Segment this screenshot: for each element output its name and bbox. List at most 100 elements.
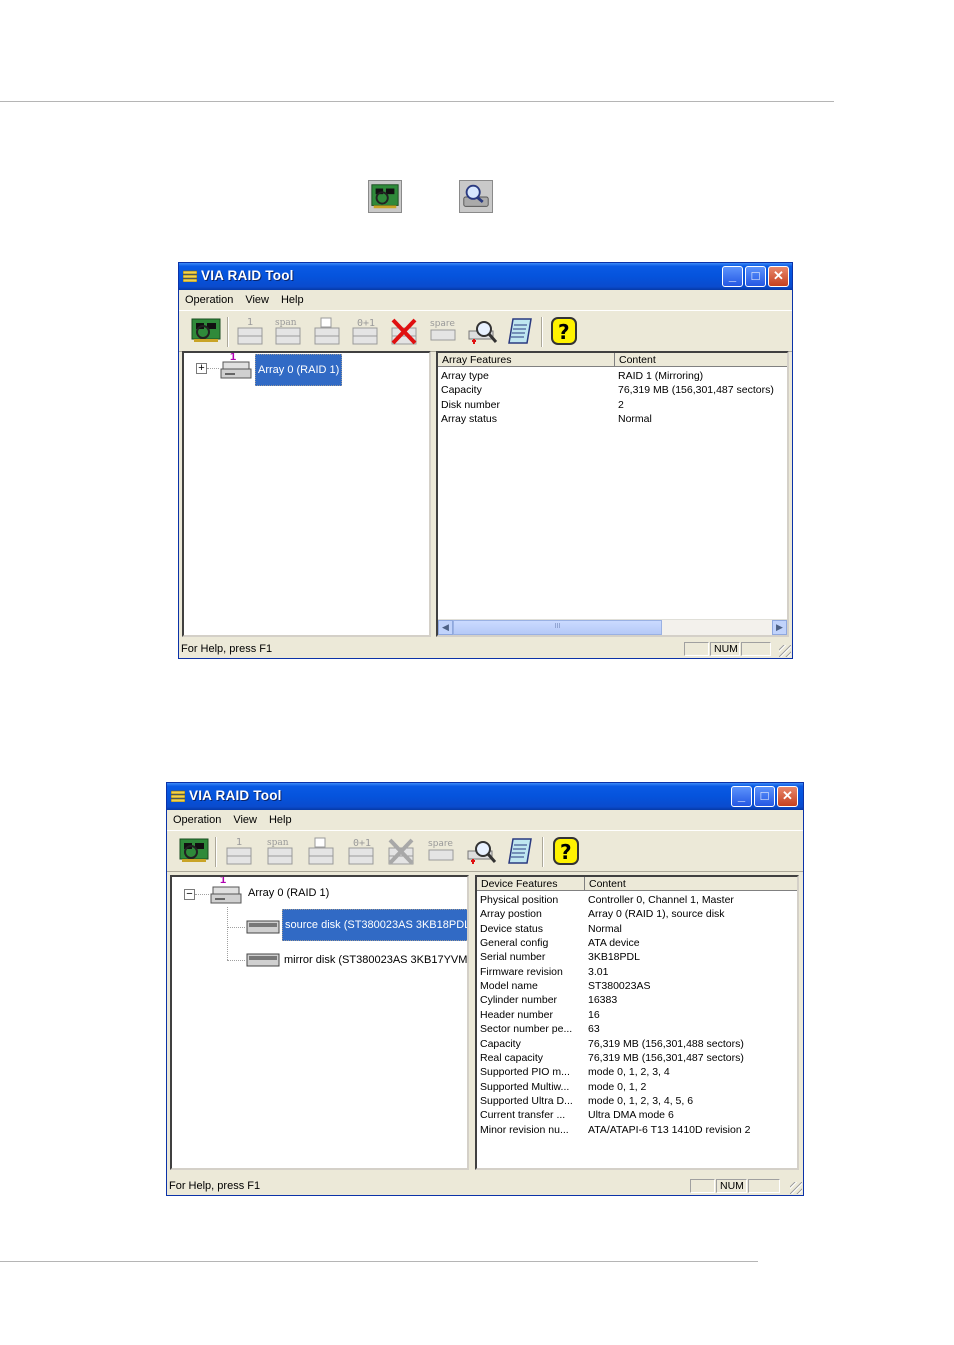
table-row[interactable]: Serial number 3KB18PDL [477, 950, 797, 964]
table-row[interactable]: Minor revision nu... ATA/ATAPI-6 T13 1410… [477, 1123, 797, 1137]
scan-controller-icon[interactable] [178, 835, 210, 867]
table-row[interactable]: Capacity 76,319 MB (156,301,487 sectors) [438, 383, 787, 397]
horizontal-scrollbar[interactable]: ◀ III ▶ [438, 619, 787, 635]
feature-cell: Capacity [480, 1037, 521, 1050]
table-row[interactable]: Array status Normal [438, 412, 787, 426]
feature-cell: Header number [480, 1008, 553, 1021]
array-features-list[interactable]: Array Features Content Array type RAID 1 … [436, 351, 789, 637]
maximize-button[interactable]: □ [754, 786, 775, 807]
table-row[interactable]: Device status Normal [477, 922, 797, 936]
expand-icon[interactable]: + [196, 363, 207, 374]
scroll-thumb[interactable]: III [453, 620, 662, 635]
hard-disk-icon [246, 920, 280, 934]
spare-disk-icon[interactable]: spare [425, 835, 457, 867]
title-bar[interactable]: VIA RAID Tool _ □ ✕ [167, 783, 803, 810]
menu-view[interactable]: View [227, 810, 263, 828]
create-raid0-icon[interactable] [305, 835, 337, 867]
table-row[interactable]: Sector number pe... 63 [477, 1022, 797, 1036]
zoom-details-icon[interactable] [465, 835, 497, 867]
table-row[interactable]: Supported Multiw... mode 0, 1, 2 [477, 1080, 797, 1094]
feature-cell: Real capacity [480, 1051, 544, 1064]
zoom-details-icon[interactable] [466, 315, 498, 347]
svg-text:span: span [267, 838, 289, 848]
spare-disk-icon[interactable]: spare [427, 315, 459, 347]
table-row[interactable]: General config ATA device [477, 936, 797, 950]
scroll-left-button[interactable]: ◀ [438, 620, 453, 635]
status-indicator-empty [741, 642, 771, 656]
table-row[interactable]: Array type RAID 1 (Mirroring) [438, 369, 787, 383]
scroll-right-button[interactable]: ▶ [772, 620, 787, 635]
tree-connector [227, 927, 245, 928]
feature-cell: Device status [480, 922, 544, 935]
tree-node-array[interactable]: Array 0 (RAID 1) [255, 354, 343, 386]
status-indicator-empty [748, 1179, 780, 1193]
create-span-icon[interactable]: span [272, 315, 304, 347]
tree-node-source-disk[interactable]: source disk (ST380023AS 3KB18PDL) [282, 909, 467, 941]
menu-help[interactable]: Help [275, 290, 310, 308]
table-row[interactable]: Supported PIO m... mode 0, 1, 2, 3, 4 [477, 1065, 797, 1079]
delete-array-icon[interactable] [385, 835, 417, 867]
menu-operation[interactable]: Operation [179, 290, 239, 308]
table-row[interactable]: Array postion Array 0 (RAID 1), source di… [477, 907, 797, 921]
content-cell: Ultra DMA mode 6 [588, 1109, 674, 1122]
app-icon [183, 270, 197, 282]
table-row[interactable]: Disk number 2 [438, 398, 787, 412]
create-span-icon[interactable]: span [264, 835, 296, 867]
table-row[interactable]: Supported Ultra D... mode 0, 1, 2, 3, 4, … [477, 1094, 797, 1108]
table-row[interactable]: Current transfer ... Ultra DMA mode 6 [477, 1108, 797, 1122]
svg-text:span: span [275, 318, 297, 328]
column-header-features[interactable]: Device Features [477, 877, 585, 891]
menu-view[interactable]: View [239, 290, 275, 308]
create-raid01-icon[interactable]: 0+1 [345, 835, 377, 867]
feature-cell: Capacity [441, 384, 482, 397]
collapse-icon[interactable]: − [184, 889, 195, 900]
scan-controller-icon[interactable] [190, 315, 222, 347]
minimize-button[interactable]: _ [731, 786, 752, 807]
content-cell: 3.01 [588, 965, 609, 978]
minimize-button[interactable]: _ [722, 266, 743, 287]
raid-tool-window-device: VIA RAID Tool _ □ ✕ Operation View Help 1 … [166, 782, 804, 1196]
content-cell: 3KB18PDL [588, 951, 640, 964]
table-row[interactable]: Model name ST380023AS [477, 979, 797, 993]
notepad-icon[interactable] [504, 315, 536, 347]
svg-text:spare: spare [430, 319, 455, 329]
create-raid0-icon[interactable] [311, 315, 343, 347]
maximize-button[interactable]: □ [745, 266, 766, 287]
help-icon[interactable]: ? [548, 315, 580, 347]
array-tree-pane[interactable]: + 1 Array 0 (RAID 1) [182, 351, 431, 637]
close-button[interactable]: ✕ [768, 266, 789, 287]
notepad-icon[interactable] [504, 835, 536, 867]
close-button[interactable]: ✕ [777, 786, 798, 807]
table-row[interactable]: Cylinder number 16383 [477, 993, 797, 1007]
column-header-content[interactable]: Content [585, 877, 797, 891]
svg-text:1: 1 [236, 837, 242, 848]
device-features-list[interactable]: Device Features Content Physical positio… [475, 875, 799, 1170]
toolbar-separator [215, 837, 217, 867]
feature-cell: Firmware revision [480, 965, 563, 978]
svg-text:0+1: 0+1 [353, 838, 371, 849]
tree-node-array[interactable]: Array 0 (RAID 1) [248, 886, 329, 900]
table-row[interactable]: Header number 16 [477, 1008, 797, 1022]
delete-array-icon[interactable] [388, 315, 420, 347]
menu-help[interactable]: Help [263, 810, 298, 828]
table-row[interactable]: Capacity 76,319 MB (156,301,488 sectors) [477, 1037, 797, 1051]
content-cell: 76,319 MB (156,301,487 sectors) [588, 1051, 744, 1064]
array-disk-icon [210, 886, 242, 904]
help-icon[interactable]: ? [550, 835, 582, 867]
tree-node-mirror-disk[interactable]: mirror disk (ST380023AS 3KB17YVM) [284, 953, 467, 967]
create-raid1-icon[interactable]: 1 [234, 315, 266, 347]
resize-grip[interactable] [790, 1182, 802, 1194]
create-raid01-icon[interactable]: 0+1 [349, 315, 381, 347]
create-raid1-icon[interactable]: 1 [223, 835, 255, 867]
table-row[interactable]: Firmware revision 3.01 [477, 965, 797, 979]
device-tree-pane[interactable]: − 1 Array 0 (RAID 1) source disk (ST3800… [170, 875, 469, 1170]
title-bar[interactable]: VIA RAID Tool _ □ ✕ [179, 263, 792, 290]
table-row[interactable]: Physical position Controller 0, Channel 1… [477, 893, 797, 907]
table-row[interactable]: Real capacity 76,319 MB (156,301,487 sect… [477, 1051, 797, 1065]
column-header-content[interactable]: Content [615, 353, 787, 367]
menu-operation[interactable]: Operation [167, 810, 227, 828]
resize-grip[interactable] [779, 645, 791, 657]
column-header-features[interactable]: Array Features [438, 353, 615, 367]
status-indicator-empty [690, 1179, 715, 1193]
tree-connector [227, 907, 228, 960]
